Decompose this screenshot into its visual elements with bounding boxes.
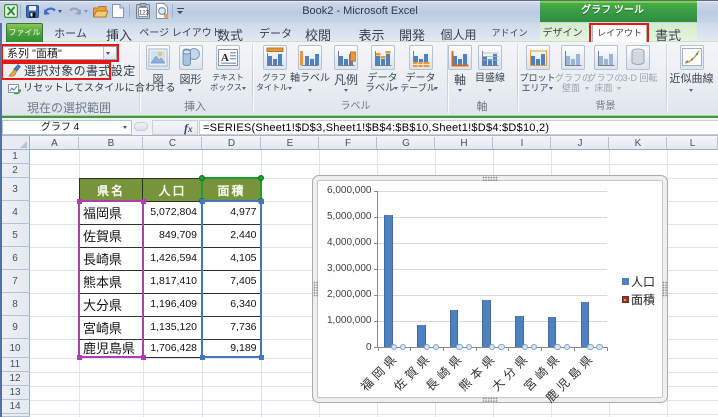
- svg-text:123: 123: [139, 11, 150, 17]
- svg-text:A: A: [221, 52, 229, 64]
